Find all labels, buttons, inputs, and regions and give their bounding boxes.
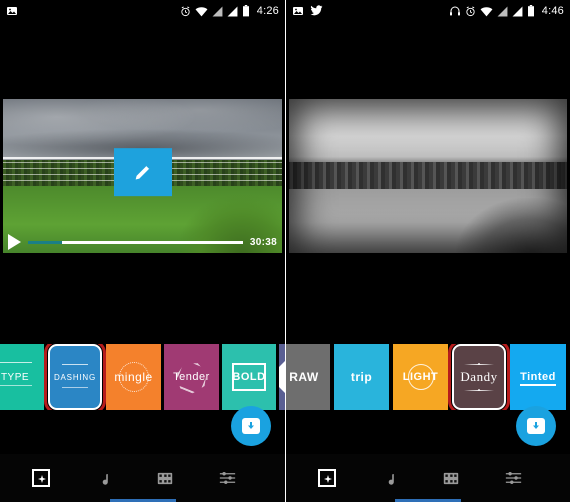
video-frame (286, 96, 570, 256)
filter-card-dashing[interactable]: DASHING (44, 344, 106, 410)
status-bar-left: 4:26 (0, 0, 285, 22)
filter-label: trip (350, 370, 373, 384)
headphones-icon (449, 5, 461, 17)
nav-clips-button[interactable] (134, 454, 196, 502)
filter-card-tender[interactable]: Tender (164, 344, 219, 410)
status-bar-right-icons: 4:26 (180, 5, 279, 17)
alarm-icon (465, 6, 476, 17)
nav-settings-button[interactable] (196, 454, 258, 502)
theme-icon (318, 469, 336, 487)
filter-label: Tender (173, 371, 210, 383)
filter-card-light[interactable]: LIGHT (393, 344, 448, 410)
signal-icon (512, 6, 523, 17)
filter-card-trip[interactable]: trip (334, 344, 389, 410)
pencil-icon (132, 161, 154, 183)
nav-clips-button[interactable] (420, 454, 482, 502)
image-icon (6, 5, 18, 17)
save-download-icon (527, 418, 545, 434)
status-bar-right: 4:46 (286, 0, 570, 22)
filter-card-type[interactable]: TYPE (0, 344, 44, 410)
filter-card-tinted[interactable]: Tinted (510, 344, 566, 410)
filter-card-list: TYPE DASHING mingle Tender BOLD (0, 344, 285, 410)
edit-overlay-button[interactable] (113, 148, 172, 197)
nav-theme-button[interactable] (296, 454, 358, 502)
nav-music-button[interactable] (358, 454, 420, 502)
theme-icon (32, 469, 50, 487)
video-scene-bw (286, 96, 570, 256)
signal-icon (227, 6, 238, 17)
alarm-icon (180, 6, 191, 17)
twitter-icon (310, 5, 323, 17)
filter-card-bold[interactable]: BOLD (222, 344, 276, 410)
tree-line (286, 161, 570, 191)
nav-settings-button[interactable] (482, 454, 544, 502)
film-strip-icon (157, 471, 173, 486)
wifi-icon (480, 6, 493, 17)
video-duration: 30:38 (249, 236, 277, 248)
bottom-nav-right[interactable] (286, 454, 570, 502)
status-bar-clock: 4:26 (256, 5, 279, 17)
ornament-top-decoration (464, 360, 494, 368)
filter-label: BOLD (232, 371, 266, 383)
status-bar-clock: 4:46 (541, 5, 564, 17)
music-note-icon (96, 470, 110, 486)
foreground-bush (456, 198, 570, 256)
filter-label: LIGHT (402, 371, 439, 383)
sliders-icon (219, 471, 236, 485)
filter-card-list: RAW trip LIGHT Dandy Tinted (286, 344, 570, 410)
phone-screen-right: 4:46 RAW trip LIGHT Dandy Tinted (285, 0, 570, 502)
filter-label: Dandy (460, 369, 498, 384)
filter-card-raw[interactable]: RAW (286, 344, 330, 410)
filter-label: mingle (114, 370, 153, 384)
filter-card-dandy[interactable]: Dandy (448, 344, 510, 410)
signal-icon (212, 6, 223, 17)
nav-music-button[interactable] (72, 454, 134, 502)
play-icon[interactable] (8, 234, 21, 250)
progress-track[interactable] (28, 240, 243, 244)
battery-icon (242, 5, 250, 17)
status-bar-right-icons: 4:46 (449, 5, 564, 17)
progress-filled (28, 240, 63, 244)
status-bar-left-icons (292, 5, 323, 17)
wifi-icon (195, 6, 208, 17)
status-bar-left-icons (6, 5, 18, 17)
dual-screenshot-container: 4:26 30:38 TYPE DASHING mingle Tender BO… (0, 0, 570, 502)
underline-decoration (520, 384, 556, 386)
film-strip-icon (443, 471, 459, 486)
signal-icon (497, 6, 508, 17)
save-fab-button[interactable] (231, 406, 271, 446)
filter-strip-left[interactable]: TYPE DASHING mingle Tender BOLD (0, 344, 285, 410)
save-download-icon (242, 418, 260, 434)
music-note-icon (382, 470, 396, 486)
filter-label: TYPE (0, 371, 30, 383)
filter-strip-right[interactable]: RAW trip LIGHT Dandy Tinted (286, 344, 570, 410)
filter-label: Tinted (520, 371, 556, 383)
filter-label: RAW (289, 370, 319, 384)
video-frame: 30:38 (0, 96, 285, 256)
video-preview-left[interactable]: 30:38 (0, 96, 285, 256)
filter-card-mingle[interactable]: mingle (106, 344, 161, 410)
phone-screen-left: 4:26 30:38 TYPE DASHING mingle Tender BO… (0, 0, 285, 502)
sliders-icon (505, 471, 522, 485)
image-icon (292, 5, 304, 17)
nav-theme-button[interactable] (10, 454, 72, 502)
bottom-nav-left[interactable] (0, 454, 285, 502)
playback-controls[interactable]: 30:38 (0, 234, 285, 250)
save-fab-button[interactable] (516, 406, 556, 446)
ornament-bottom-decoration (464, 386, 494, 394)
battery-icon (527, 5, 535, 17)
filter-label: DASHING (53, 372, 97, 382)
video-preview-right[interactable] (286, 96, 570, 256)
